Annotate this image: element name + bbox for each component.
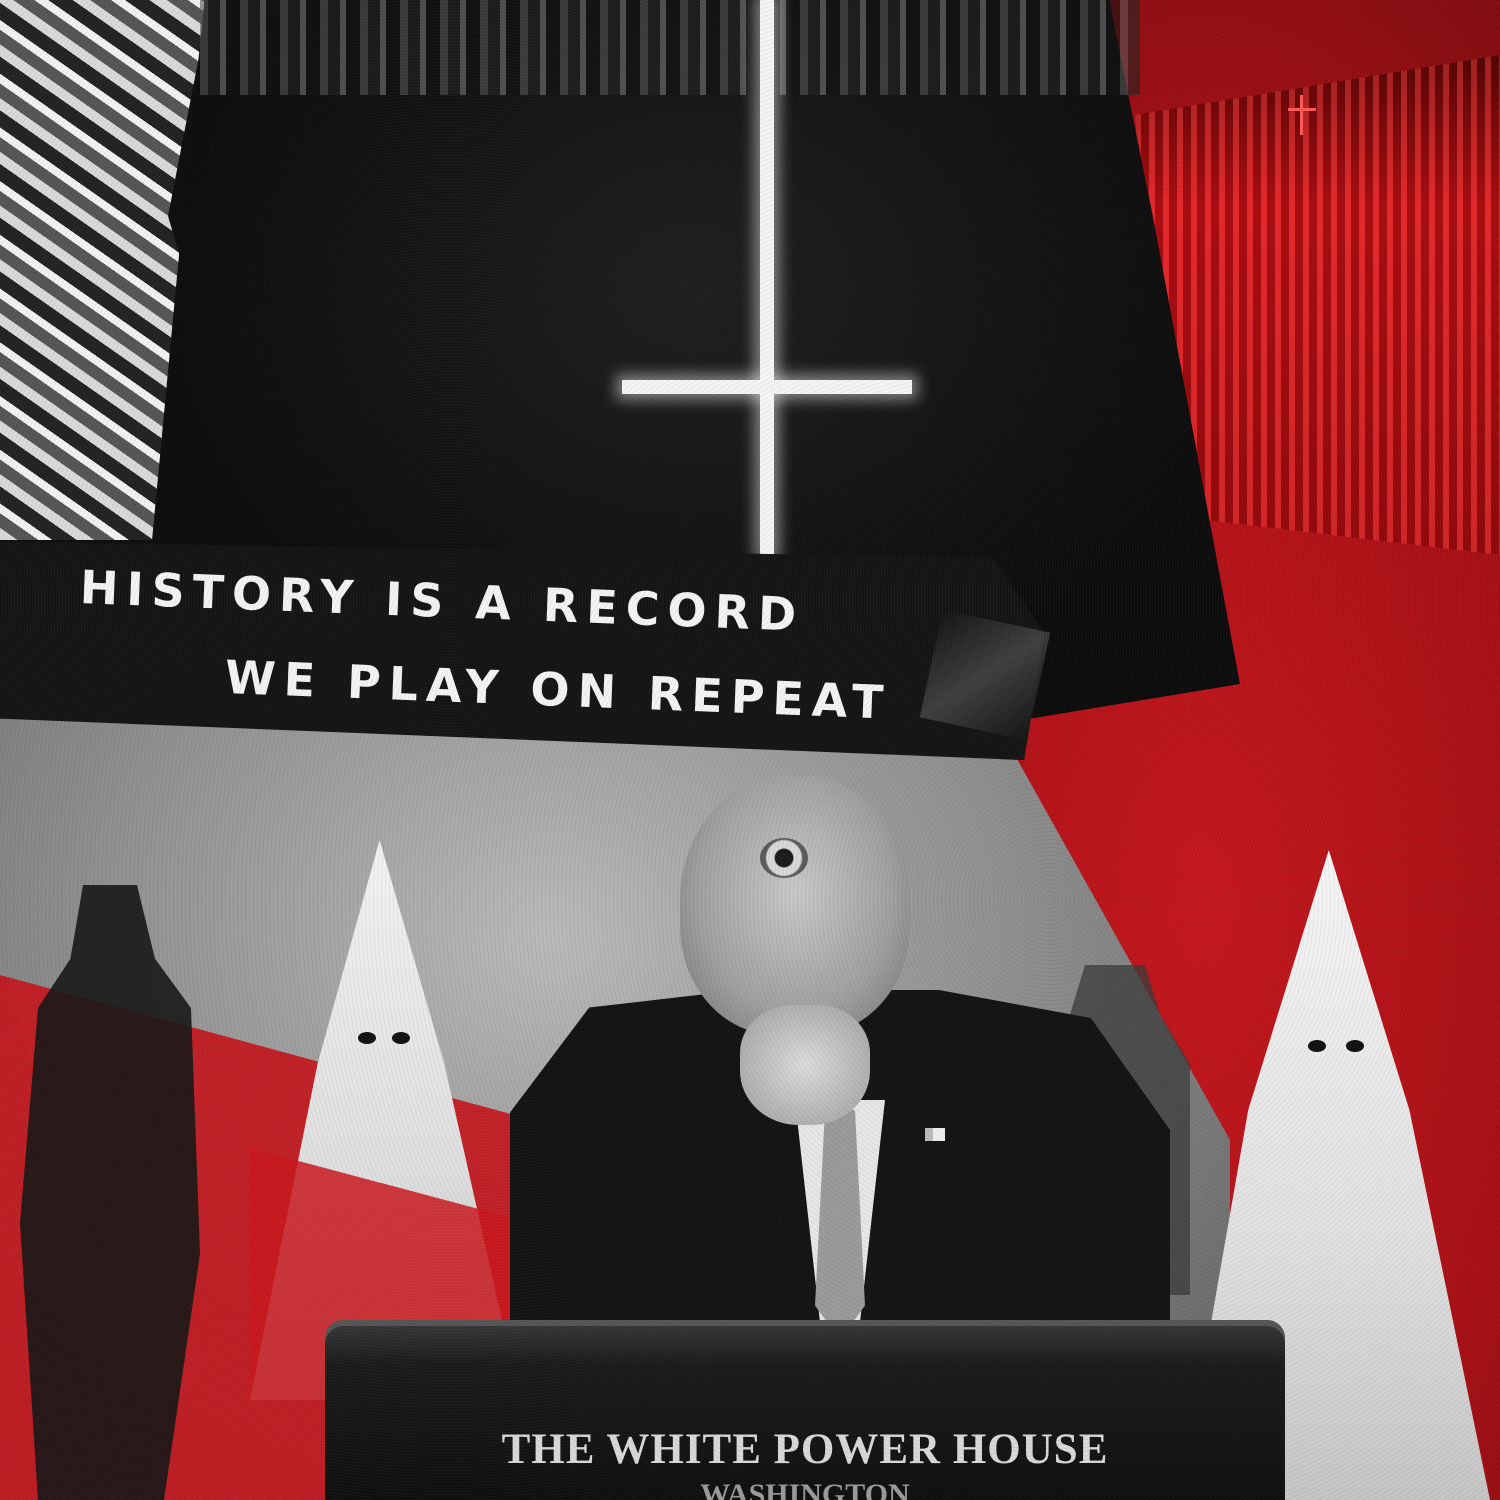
- podium-subtitle: WASHINGTON: [700, 1478, 910, 1500]
- podium-title: THE WHITE POWER HOUSE: [501, 1426, 1109, 1473]
- hood-eye-hole: [358, 1032, 376, 1044]
- speaker-head: [680, 775, 910, 1035]
- small-cross-icon: [1300, 95, 1303, 135]
- crowd-strip: [200, 0, 1140, 95]
- pointing-hand: [740, 1005, 870, 1125]
- collage-poster: THE WHITE POWER HOUSE WASHINGTON HISTORY…: [0, 0, 1500, 1500]
- tape-shine: [919, 609, 1051, 741]
- small-cross-bar: [1288, 108, 1316, 111]
- inverted-cross-horizontal: [622, 380, 912, 394]
- flag-pin-icon: [925, 1128, 945, 1141]
- hood-eye-hole: [1308, 1040, 1326, 1052]
- hood-eye-hole: [392, 1032, 410, 1044]
- inverted-cross-vertical: [760, 0, 774, 555]
- third-eye-icon: [760, 838, 808, 878]
- hood-eye-hole: [1346, 1040, 1364, 1052]
